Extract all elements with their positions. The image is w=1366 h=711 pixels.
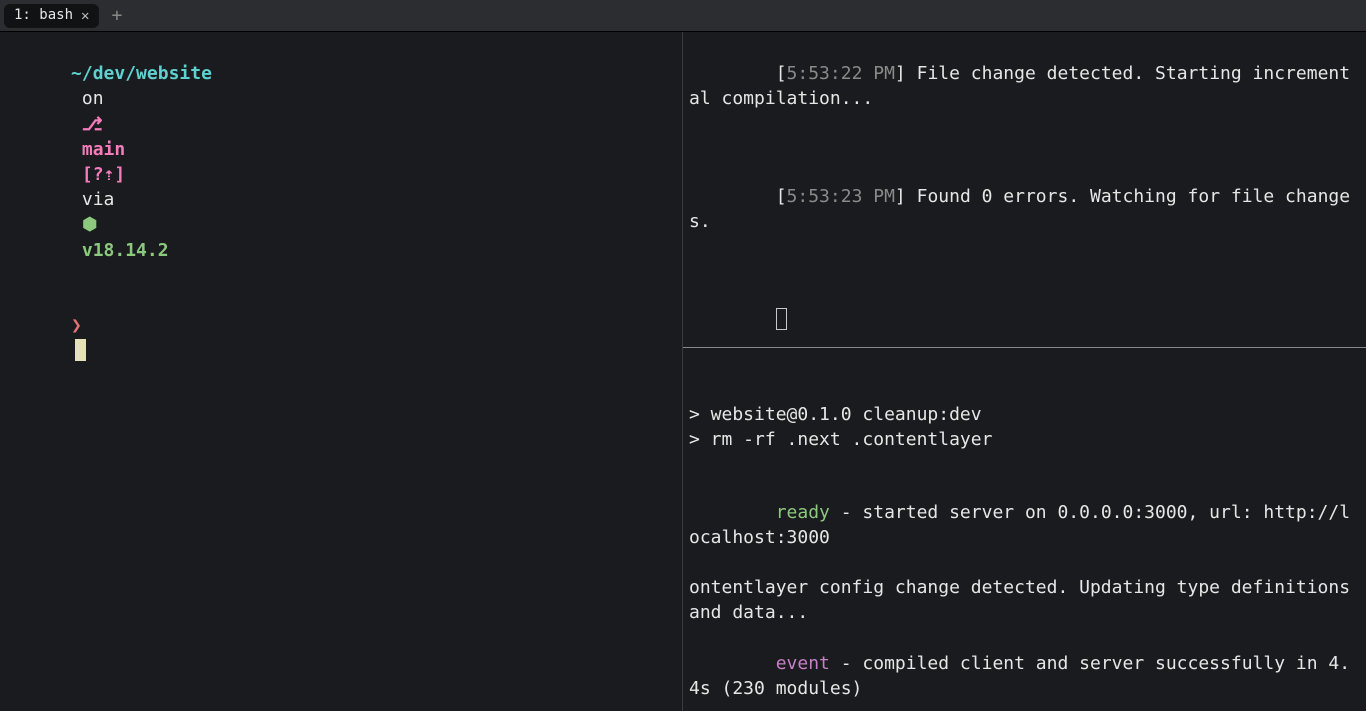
workspace: ~/dev/website on ⎇ main [?⇡] via ⬢ v18.1… [0,32,1366,711]
add-tab-button[interactable]: + [105,7,128,25]
prompt-branch: main [82,139,125,160]
plus-icon: + [111,5,122,26]
right-column: [5:53:22 PM] File change detected. Start… [683,32,1366,711]
prompt-input-line[interactable]: ❯ [6,288,676,389]
status-ready: ready [776,502,830,523]
tab-label: 1: bash [14,6,73,26]
log-timestamp: 5:53:23 PM [787,186,895,207]
prompt-via: via [82,189,115,210]
prompt-node-version: v18.14.2 [82,240,169,261]
terminal-pane-bottom-right[interactable]: > website@0.1.0 cleanup:dev > rm -rf .ne… [683,348,1366,711]
tab-bash[interactable]: 1: bash ✕ [4,4,99,28]
terminal-pane-left[interactable]: ~/dev/website on ⎇ main [?⇡] via ⬢ v18.1… [0,32,683,711]
prompt-arrow: ❯ [71,315,82,336]
prompt-line: ~/dev/website on ⎇ main [?⇡] via ⬢ v18.1… [6,36,676,288]
compile-event-line: event - compiled client and server succe… [689,626,1360,711]
cursor-line [689,282,1360,349]
log-line: [5:53:22 PM] File change detected. Start… [689,36,1360,137]
log-timestamp: 5:53:22 PM [787,63,895,84]
server-ready-line: ready - started server on 0.0.0.0:3000, … [689,474,1360,575]
status-event: event [776,653,830,674]
terminal-pane-top-right[interactable]: [5:53:22 PM] File change detected. Start… [683,32,1366,348]
prompt-git-status: [?⇡] [82,164,125,185]
npm-command-line: > rm -rf .next .contentlayer [689,427,1360,452]
node-hex-icon: ⬢ [82,214,98,235]
npm-script-line: > website@0.1.0 cleanup:dev [689,402,1360,427]
prompt-path: ~/dev/website [71,63,212,84]
git-branch-icon: ⎇ [82,114,103,135]
contentlayer-line: ontentlayer config change detected. Upda… [689,575,1360,625]
tab-bar: 1: bash ✕ + [0,0,1366,32]
cursor-block-icon [75,339,86,361]
cursor-outline-icon [776,308,787,330]
prompt-on [71,88,82,109]
close-icon[interactable]: ✕ [81,9,89,23]
log-line: [5:53:23 PM] Found 0 errors. Watching fo… [689,159,1360,260]
